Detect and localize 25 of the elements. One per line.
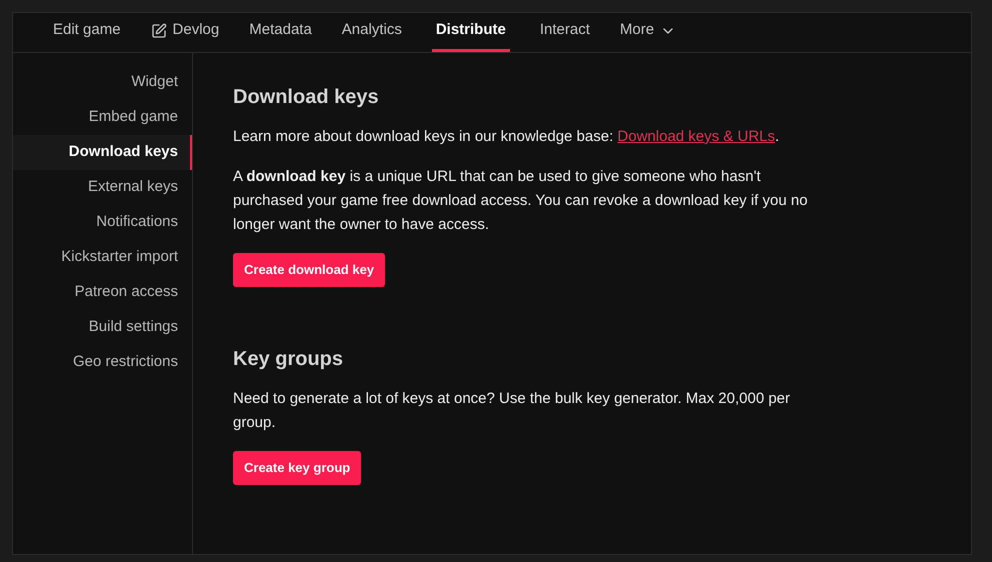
create-button[interactable]: Create download key bbox=[233, 253, 386, 287]
nav-tab[interactable]: Edit game bbox=[53, 12, 121, 52]
sidebar-item[interactable]: Download keys bbox=[13, 135, 192, 170]
sidebar-item[interactable]: Kickstarter import bbox=[13, 240, 192, 275]
nav-tab[interactable]: Interact bbox=[540, 12, 590, 52]
sidebar-item[interactable]: Widget bbox=[13, 65, 192, 100]
edit-icon bbox=[150, 22, 167, 38]
knowledge-base-link[interactable]: Download keys & URLs bbox=[617, 128, 775, 145]
section-title: Key groups bbox=[233, 347, 344, 372]
paragraph: A download key is a unique URL that can be used to give someone who hasn't purchased your game free download access. You can revoke a download key if you no longer want the owner to have access. bbox=[233, 167, 809, 235]
nav-tab[interactable]: Metadata bbox=[249, 12, 312, 52]
sidebar-item[interactable]: Patreon access bbox=[13, 275, 192, 310]
sidebar-item[interactable]: External keys bbox=[13, 170, 192, 205]
nav-tab[interactable]: More bbox=[620, 12, 676, 52]
nav-tab[interactable]: Analytics bbox=[342, 12, 402, 52]
sidebar-item[interactable]: Notifications bbox=[13, 205, 192, 240]
section-title: Download keys bbox=[233, 85, 380, 110]
sidebar-item[interactable]: Embed game bbox=[13, 100, 192, 135]
create-button[interactable]: Create key group bbox=[233, 451, 362, 485]
nav-tab[interactable]: Distribute bbox=[432, 12, 510, 52]
sidebar-item[interactable]: Build settings bbox=[13, 310, 192, 345]
paragraph: Need to generate a lot of keys at once? Use the bulk key generator. Max 20,000 per group. bbox=[233, 389, 792, 433]
sidebar-item[interactable]: Geo restrictions bbox=[13, 345, 192, 380]
paragraph: Learn more about download keys in our knowledge base: Download keys & URLs. bbox=[233, 127, 780, 147]
nav-tab[interactable]: Devlog bbox=[150, 12, 220, 52]
